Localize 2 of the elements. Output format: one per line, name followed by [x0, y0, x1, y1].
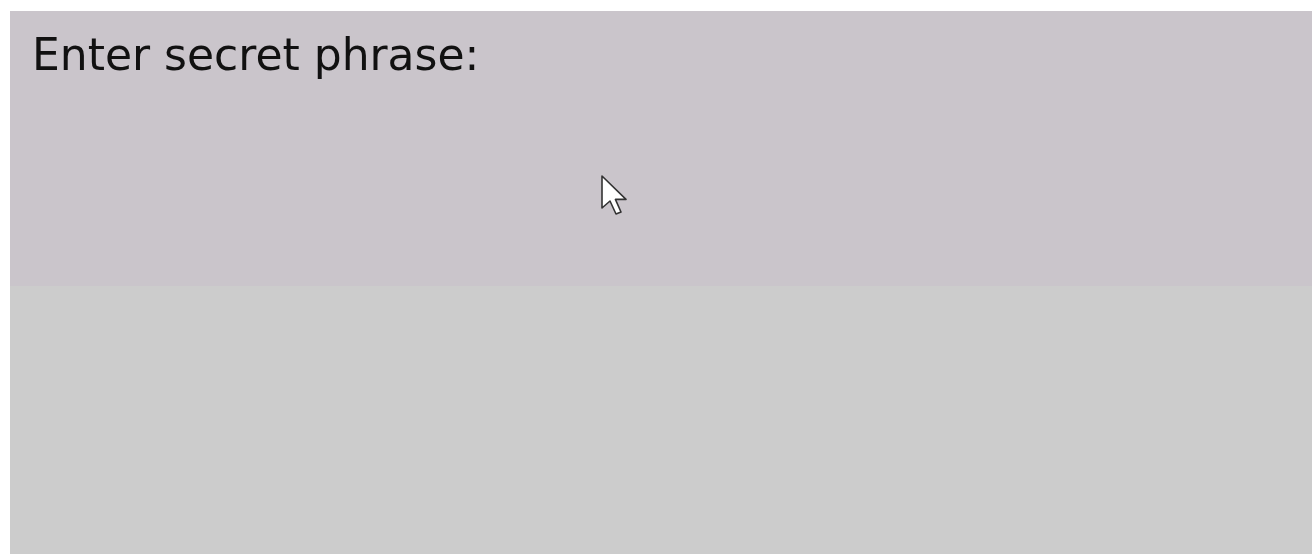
mouse-pointer-icon [600, 174, 630, 218]
prompt-label: Enter secret phrase: [32, 29, 481, 82]
